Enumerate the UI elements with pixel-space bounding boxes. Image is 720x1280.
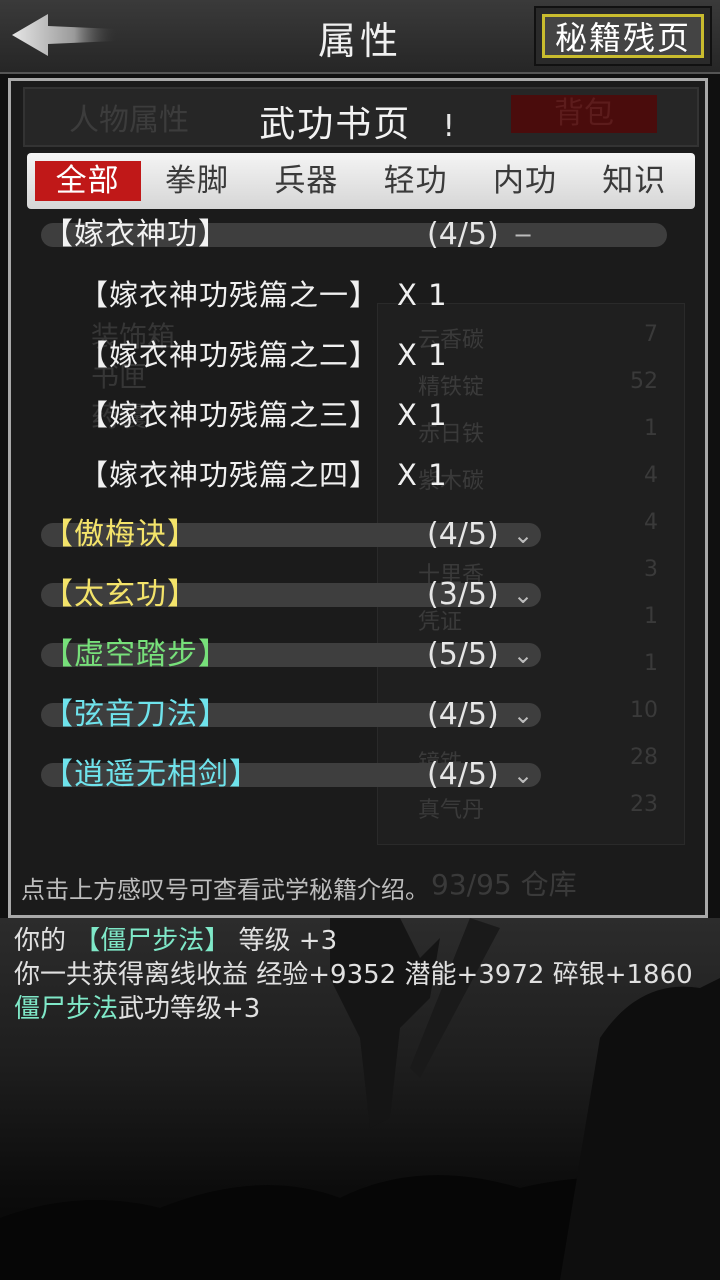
skill-group-progress: (3/5) — [427, 577, 499, 612]
skill-page-name: 【嫁衣神功残篇之三】 — [79, 398, 380, 432]
log-text: 你的 — [14, 926, 75, 956]
back-button[interactable] — [8, 10, 118, 60]
ghost-item-count: 7 — [644, 322, 658, 347]
manual-pages-button[interactable]: 秘籍残页 — [534, 6, 712, 66]
expand-icon[interactable]: ⌄ — [513, 579, 533, 611]
expand-icon[interactable]: ⌄ — [513, 519, 533, 551]
skill-group-progress: (4/5) — [427, 697, 499, 732]
panel-title: 武功书页 — [259, 104, 412, 145]
skill-group-name: 【嫁衣神功】 — [43, 217, 229, 252]
ghost-item-count: 52 — [630, 369, 658, 394]
skill-page-item: 【嫁衣神功残篇之四】 X 1 — [79, 455, 448, 495]
skill-page-quantity: X 1 — [397, 278, 448, 312]
skill-group-progress: (4/5) — [427, 217, 499, 252]
skill-page-quantity: X 1 — [397, 338, 448, 372]
skill-group-name: 【傲梅诀】 — [43, 517, 198, 552]
expand-icon[interactable]: ⌄ — [513, 759, 533, 791]
skill-group-progress: (4/5) — [427, 757, 499, 792]
tab-2[interactable]: 兵器 — [253, 161, 359, 201]
skill-group-progress: (4/5) — [427, 517, 499, 552]
hint-text: 点击上方感叹号可查看武学秘籍介绍。 — [21, 876, 429, 904]
screen: 属性 秘籍残页 人物属性 背包 云香碳 7 精铁锭 52 赤日铁 1 紫木碳 4 4 十里香 3 凭证… — [0, 0, 720, 1280]
collapse-icon[interactable]: − — [513, 219, 533, 251]
skill-group-name: 【逍遥无相剑】 — [43, 757, 260, 792]
ghost-item-count: 1 — [644, 416, 658, 441]
tab-3[interactable]: 轻功 — [363, 161, 469, 201]
log-skill-name: 【僵尸步法】 — [74, 926, 231, 956]
info-exclamation-button[interactable]: ! — [443, 109, 457, 144]
skill-page-item: 【嫁衣神功残篇之一】 X 1 — [79, 275, 448, 315]
ghost-inventory-row: 云香碳 7 — [418, 322, 678, 354]
expand-icon[interactable]: ⌄ — [513, 699, 533, 731]
skill-page-item: 【嫁衣神功残篇之二】 X 1 — [79, 335, 448, 375]
tab-4[interactable]: 内功 — [472, 161, 578, 201]
log-text: 等级 +3 — [230, 926, 338, 956]
skill-group-row[interactable]: 【虚空踏步】 (5/5) ⌄ — [11, 631, 705, 681]
category-tabs: 全部 拳脚 兵器 轻功 内功 知识 — [27, 153, 695, 209]
ghost-item-name: 真气丹 — [418, 798, 485, 823]
expand-icon[interactable]: ⌄ — [513, 639, 533, 671]
ghost-storage-count: 93/95 仓库 — [431, 868, 577, 901]
back-arrow-icon — [12, 14, 116, 56]
skill-page-name: 【嫁衣神功残篇之四】 — [79, 458, 380, 492]
skill-group-name: 【虚空踏步】 — [43, 637, 229, 672]
skill-page-item: 【嫁衣神功残篇之三】 X 1 — [79, 395, 448, 435]
skill-group-row[interactable]: 【逍遥无相剑】 (4/5) ⌄ — [11, 751, 705, 801]
skill-group-name: 【弦音刀法】 — [43, 697, 229, 732]
top-bar: 属性 秘籍残页 — [0, 0, 720, 74]
log-text: 武功等级+3 — [118, 994, 261, 1024]
skill-group-row[interactable]: 【太玄功】 (3/5) ⌄ — [11, 571, 705, 621]
ghost-inventory-row: 精铁锭 52 — [418, 369, 678, 401]
skill-page-name: 【嫁衣神功残篇之一】 — [79, 278, 380, 312]
log-line-offline-income: 你一共获得离线收益 经验+9352 潜能+3972 碎银+1860 僵尸步法武功… — [14, 958, 714, 1026]
ghost-inventory-row: 紫木碳 4 — [418, 463, 678, 495]
skill-page-quantity: X 1 — [397, 398, 448, 432]
log-text: 你一共获得离线收益 经验+9352 潜能+3972 碎银+1860 — [14, 960, 693, 990]
tab-0[interactable]: 全部 — [34, 161, 141, 201]
skill-group-progress: (5/5) — [427, 637, 499, 672]
page-title: 属性 — [317, 19, 402, 63]
tab-1[interactable]: 拳脚 — [144, 161, 250, 201]
offline-log: 你的 【僵尸步法】 等级 +3 你一共获得离线收益 经验+9352 潜能+397… — [14, 924, 714, 1026]
skill-page-quantity: X 1 — [397, 458, 448, 492]
log-line-skill-level: 你的 【僵尸步法】 等级 +3 — [14, 924, 714, 958]
skill-group-row[interactable]: 【嫁衣神功】 (4/5) − — [11, 211, 705, 261]
ghost-inventory-row: 赤日铁 1 — [418, 416, 678, 448]
skill-group-name: 【太玄功】 — [43, 577, 198, 612]
manual-pages-label: 秘籍残页 — [542, 14, 704, 58]
skill-page-name: 【嫁衣神功残篇之二】 — [79, 338, 380, 372]
ghost-item-count: 4 — [644, 463, 658, 488]
skill-group-row[interactable]: 【傲梅诀】 (4/5) ⌄ — [11, 511, 705, 561]
skill-group-row[interactable]: 【弦音刀法】 (4/5) ⌄ — [11, 691, 705, 741]
tab-5[interactable]: 知识 — [581, 161, 687, 201]
panel-header: 武功书页 ! — [11, 95, 705, 147]
log-skill-name: 僵尸步法 — [14, 994, 119, 1024]
skill-pages-panel: 人物属性 背包 云香碳7精铁锭52赤日铁1紫木碳44十里香3凭证1110镜铁28… — [8, 78, 708, 918]
